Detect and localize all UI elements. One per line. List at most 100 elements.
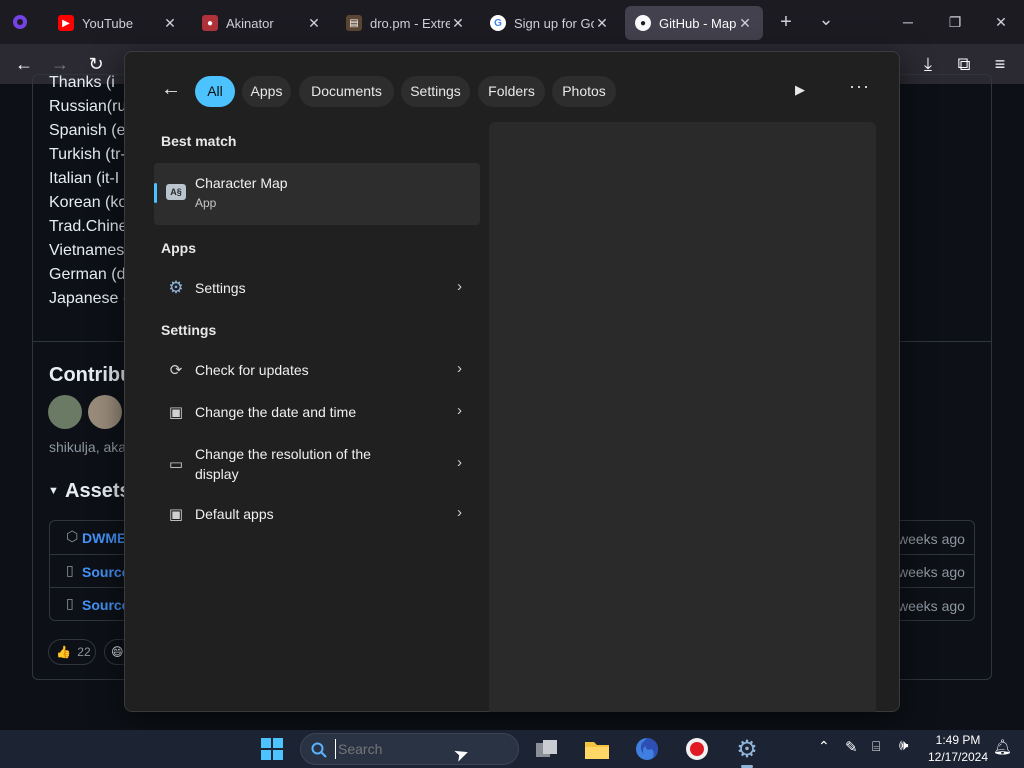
- forward-button[interactable]: →: [48, 52, 72, 76]
- search-input[interactable]: [335, 739, 505, 759]
- settings-gear-icon: ⚙: [168, 278, 184, 297]
- network-icon[interactable]: ⌸: [872, 738, 880, 755]
- refresh-icon: ⟳: [169, 362, 183, 379]
- result-change-resolution[interactable]: ▭ Change the resolution of the display ›: [154, 434, 480, 494]
- language-item: Turkish (tr-: [49, 146, 126, 163]
- settings-app-button[interactable]: ⚙: [733, 735, 761, 763]
- browser-tab-bar: ▶ YouTube ✕ ● Akinator ✕ ▤ dro.pm - Extr…: [0, 0, 1024, 44]
- firefox-icon: [636, 738, 658, 760]
- result-label: Check for updates: [195, 362, 309, 378]
- back-arrow-icon[interactable]: ←: [161, 78, 185, 104]
- close-window-button[interactable]: ✕: [986, 10, 1016, 34]
- best-match-item[interactable]: A§ Character Map App: [154, 163, 480, 225]
- result-change-date-time[interactable]: ▣ Change the date and time ›: [154, 392, 480, 432]
- folder-icon: [585, 742, 609, 759]
- youtube-icon: ▶: [58, 15, 74, 31]
- google-icon: G: [490, 15, 506, 31]
- avatar[interactable]: [48, 395, 82, 429]
- list-tabs-button[interactable]: ⌄: [811, 10, 841, 34]
- downloads-button[interactable]: ⤓: [916, 52, 940, 76]
- pen-icon[interactable]: ✎: [845, 738, 858, 756]
- contributors-names: shikulja, akay: [49, 439, 134, 455]
- filter-settings[interactable]: Settings: [401, 76, 470, 107]
- asset-link[interactable]: DWME: [82, 530, 126, 546]
- filter-apps[interactable]: Apps: [242, 76, 291, 107]
- asset-date: weeks ago: [898, 564, 965, 580]
- apps-heading: Apps: [161, 240, 196, 256]
- task-view-button[interactable]: [533, 735, 561, 763]
- package-icon: ⬡: [66, 528, 79, 544]
- thumbs-up-emoji: 👍: [56, 645, 71, 659]
- extensions-button[interactable]: ⧉: [952, 52, 976, 76]
- windows-start-button[interactable]: [258, 735, 286, 763]
- language-item: Vietnames: [49, 242, 125, 259]
- clock-time[interactable]: 1:49 PM: [920, 733, 996, 747]
- screen-recorder-button[interactable]: [683, 735, 711, 763]
- task-view-icon: [536, 740, 557, 757]
- filter-all[interactable]: All: [195, 76, 235, 107]
- close-icon[interactable]: ✕: [306, 15, 322, 32]
- language-item: Russian(ru-: [49, 98, 132, 115]
- firefox-view-icon: [13, 15, 27, 29]
- result-settings-app[interactable]: ⚙ Settings ›: [154, 268, 480, 308]
- back-button[interactable]: ←: [12, 52, 36, 76]
- notification-bell-icon[interactable]: 🔔︎: [993, 738, 1012, 756]
- tab-akinator[interactable]: ● Akinator ✕: [192, 6, 332, 40]
- menu-button[interactable]: ≡: [988, 52, 1012, 76]
- tab-title: GitHub - Maple: [659, 15, 737, 31]
- close-icon[interactable]: ✕: [162, 15, 178, 32]
- tab-github[interactable]: ● GitHub - Maple ✕: [625, 6, 763, 40]
- contributors-heading: Contribu: [49, 364, 133, 386]
- chevron-right-icon[interactable]: ›: [457, 278, 462, 295]
- firefox-view-button[interactable]: [8, 10, 32, 34]
- minimize-button[interactable]: ─: [893, 10, 923, 34]
- asset-link[interactable]: Source: [82, 564, 129, 580]
- search-icon: [311, 742, 327, 758]
- show-hidden-icons[interactable]: ⌃: [818, 738, 830, 755]
- filter-folders[interactable]: Folders: [478, 76, 545, 107]
- chevron-right-icon[interactable]: ›: [457, 454, 462, 471]
- laptop-icon: ▭: [168, 456, 184, 473]
- file-explorer-button[interactable]: [583, 735, 611, 763]
- filter-documents[interactable]: Documents: [299, 76, 394, 107]
- chevron-right-icon[interactable]: ›: [457, 360, 462, 377]
- avatar[interactable]: [88, 395, 122, 429]
- github-icon: ●: [635, 15, 651, 31]
- new-tab-button[interactable]: +: [771, 10, 801, 34]
- restore-button[interactable]: ❐: [940, 10, 970, 34]
- result-check-for-updates[interactable]: ⟳ Check for updates ›: [154, 350, 480, 390]
- result-label: Change the date and time: [195, 404, 357, 420]
- tab-youtube[interactable]: ▶ YouTube ✕: [48, 6, 188, 40]
- volume-icon[interactable]: 🕪: [899, 737, 908, 754]
- more-options-icon[interactable]: ···: [849, 76, 870, 97]
- taskbar-search-box[interactable]: [300, 733, 519, 765]
- assets-toggle-icon[interactable]: ▼: [48, 485, 59, 497]
- filter-photos[interactable]: Photos: [552, 76, 616, 107]
- preview-pane: [489, 122, 876, 712]
- asset-date: weeks ago: [898, 531, 965, 547]
- clock-date[interactable]: 12/17/2024: [920, 750, 996, 764]
- settings-gear-icon: ⚙: [736, 735, 758, 763]
- reaction-thumbs-up[interactable]: 👍 22: [48, 639, 96, 665]
- reload-button[interactable]: ↻: [84, 52, 108, 76]
- result-default-apps[interactable]: ▣ Default apps ›: [154, 494, 480, 534]
- tab-title: Sign up for Goo: [514, 15, 594, 31]
- file-zip-icon: ▯: [66, 595, 74, 611]
- asset-link[interactable]: Source: [82, 597, 129, 613]
- chevron-right-icon[interactable]: ›: [457, 402, 462, 419]
- asset-date: weeks ago: [898, 598, 965, 614]
- language-item: German (d: [49, 266, 126, 283]
- start-search-panel: ← All Apps Documents Settings Folders Ph…: [124, 51, 900, 712]
- play-icon[interactable]: ▶: [795, 82, 805, 98]
- close-icon[interactable]: ✕: [737, 15, 753, 32]
- close-icon[interactable]: ✕: [450, 15, 466, 32]
- assets-heading: Assets: [65, 480, 131, 502]
- close-icon[interactable]: ✕: [594, 15, 610, 32]
- tab-dropm[interactable]: ▤ dro.pm - Extrem ✕: [336, 6, 476, 40]
- tab-google-signup[interactable]: G Sign up for Goo ✕: [480, 6, 620, 40]
- firefox-button[interactable]: [633, 735, 661, 763]
- language-item: Trad.Chines: [49, 218, 136, 235]
- settings-heading: Settings: [161, 322, 217, 338]
- chevron-right-icon[interactable]: ›: [457, 504, 462, 521]
- best-match-subtitle: App: [195, 196, 217, 210]
